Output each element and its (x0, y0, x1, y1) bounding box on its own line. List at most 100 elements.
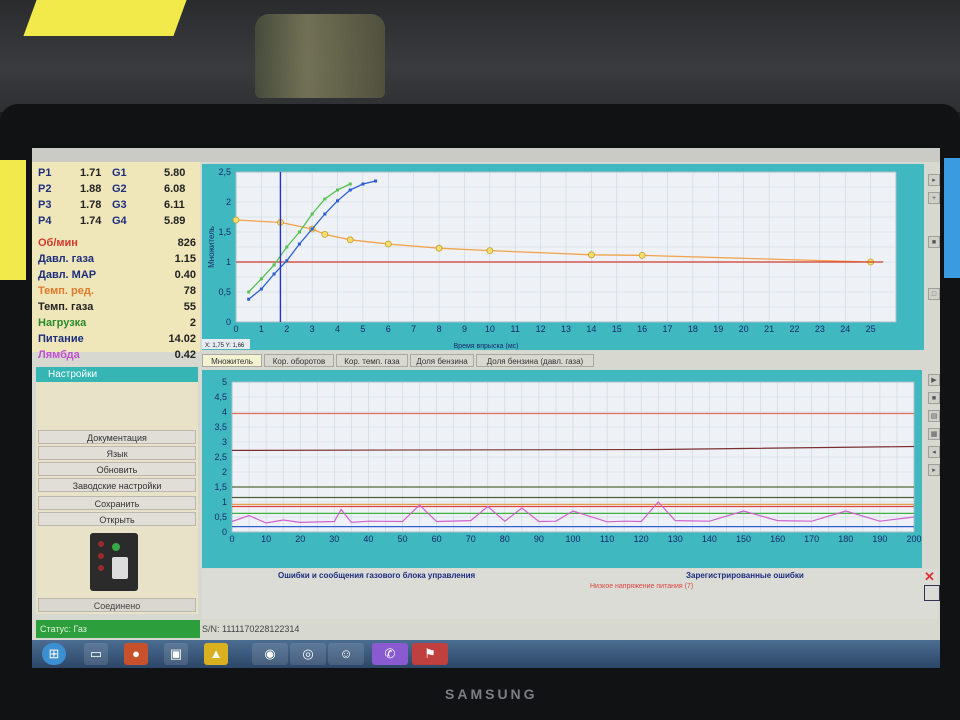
cursor-readout: X: 1,75 Y: 1,66 (205, 343, 245, 349)
tab-multiplier[interactable]: Множитель (202, 354, 262, 367)
tab-petrol-share[interactable]: Доля бензина (410, 354, 474, 367)
y-tick-label: 0,5 (214, 512, 227, 522)
x-tick-label: 110 (600, 534, 614, 544)
x-tick-label: 3 (310, 324, 315, 334)
chart-tool-button[interactable]: ■ (928, 236, 940, 248)
x-tick-label: 80 (500, 534, 510, 544)
data-point (348, 188, 352, 192)
y-tick-label: 2,5 (214, 452, 227, 462)
gas-app-icon[interactable]: ⚑ (412, 643, 448, 665)
x-tick-label: 19 (713, 324, 723, 334)
multiplier-chart[interactable]: 0 1 2 3 4 5 6 7 8 9 10 11 12 13 14 15 16 17 18 19 20 21 22 23 24… (202, 164, 924, 350)
explorer-icon[interactable]: ▭ (84, 643, 108, 665)
window-title-bar (32, 148, 940, 162)
chart-tool-button[interactable]: ▸ (928, 174, 940, 186)
x-tick-label: 22 (789, 324, 799, 334)
chart-tool-button[interactable]: □ (928, 288, 940, 300)
param-value: 2 (189, 317, 196, 329)
param-label: Темп. газа (38, 301, 94, 313)
injector-label: P3 (38, 199, 52, 211)
param-value: 14.02 (168, 333, 196, 345)
x-tick-label: 160 (770, 534, 785, 544)
connection-select[interactable]: Соединено (38, 598, 196, 612)
data-point (486, 247, 494, 254)
chart-tool-button[interactable]: + (928, 192, 940, 204)
injector-value: 1.78 (80, 199, 102, 211)
chrome-icon[interactable]: ◉ (252, 643, 288, 665)
x-tick-label: 20 (295, 534, 305, 544)
start-button-icon[interactable]: ⊞ (42, 643, 66, 665)
param-row: Давл. газа 1.15 (38, 252, 196, 266)
param-value: 0.42 (174, 349, 196, 361)
data-point (346, 236, 354, 244)
arrow-left-icon[interactable]: ◂ (928, 446, 940, 458)
print-icon[interactable]: ▦ (928, 428, 940, 440)
data-point (247, 297, 251, 301)
data-point (297, 230, 301, 234)
data-point (310, 227, 314, 231)
save-icon[interactable]: ▤ (928, 410, 940, 422)
arrow-right-icon[interactable]: ▸ (928, 464, 940, 476)
media-icon[interactable]: ▣ (164, 643, 188, 665)
windows-taskbar: ⊞ ▭ ● ▣ ▲ ◉ ◎ ☺ ✆ ⚑ ​ (32, 640, 940, 668)
tab-petrol-share-gas-pressure[interactable]: Доля бензина (давл. газа) (476, 354, 594, 367)
param-value: 78 (183, 285, 196, 297)
stop-icon[interactable]: ■ (928, 392, 940, 404)
data-point (321, 231, 329, 238)
sticky-note-right (944, 158, 960, 278)
globe-icon[interactable]: ◎ (290, 643, 326, 665)
multiplier-chart-panel: 0 1 2 3 4 5 6 7 8 9 10 11 12 13 14 15 16 17 18 19 20 21 22 23 24… (202, 164, 924, 350)
registered-errors-title: Зарегистрированные ошибки (686, 571, 804, 580)
param-label: Лямбда (38, 349, 80, 361)
param-row: Темп. газа 55 (38, 300, 196, 314)
x-tick-label: 100 (565, 534, 580, 544)
viber-icon[interactable]: ✆ (372, 643, 408, 665)
y-tick-label: 1 (222, 497, 227, 507)
browser-icon[interactable]: ● (124, 643, 148, 665)
sticky-note-top (23, 0, 187, 36)
clear-errors-button[interactable] (924, 585, 940, 601)
settings-header[interactable]: Настройки (36, 367, 198, 382)
documentation-button[interactable]: Документация (38, 430, 196, 444)
close-icon[interactable]: ✕ (924, 569, 935, 585)
x-tick-label: 20 (739, 324, 749, 334)
data-point (310, 212, 314, 216)
gas-injector-value: 5.89 (164, 215, 186, 227)
save-button[interactable]: Сохранить (38, 496, 196, 510)
data-point (374, 179, 378, 183)
tab-rpm-correction[interactable]: Кор. оборотов (264, 354, 334, 367)
injector-label: P2 (38, 183, 52, 195)
x-tick-label: 11 (511, 324, 520, 334)
factory-settings-button[interactable]: Заводские настройки (38, 478, 196, 492)
tab-gas-temp-correction[interactable]: Кор. темп. газа (336, 354, 408, 367)
open-button[interactable]: Открыть (38, 512, 196, 526)
play-icon[interactable]: ▶ (928, 374, 940, 386)
y-tick-label: 1,5 (214, 482, 227, 492)
y-tick-label: 2,5 (218, 167, 231, 177)
y-tick-label: 4 (222, 407, 227, 417)
x-tick-label: 9 (462, 324, 467, 334)
sticky-note-left (0, 160, 26, 280)
gas-injector-label: G3 (112, 199, 127, 211)
x-tick-label: 10 (261, 534, 271, 544)
user-icon[interactable]: ☺ (328, 643, 364, 665)
param-value: 1.15 (174, 253, 196, 265)
x-tick-label: 8 (437, 324, 442, 334)
param-row: Лямбда 0.42 (38, 348, 196, 362)
update-button[interactable]: Обновить (38, 462, 196, 476)
x-tick-label: 2 (284, 324, 289, 334)
error-message[interactable]: Низкое напряжение питания (7) (590, 583, 693, 590)
x-tick-label: 25 (866, 324, 876, 334)
x-tick-label: 12 (536, 324, 546, 334)
data-point (247, 290, 251, 294)
x-tick-label: 21 (764, 324, 774, 334)
param-label: Об/мин (38, 237, 78, 249)
readout-panel: P1 1.71 G1 5.80 P2 1.88 G2 6.08 P3 1.78 … (32, 162, 200, 361)
x-tick-label: 180 (838, 534, 853, 544)
language-select[interactable]: Язык (38, 446, 196, 460)
live-data-chart[interactable]: 0 10 20 30 40 50 60 70 80 90 100 110 120 130 140 150 160… (202, 370, 922, 568)
x-tick-label: 13 (561, 324, 571, 334)
x-tick-label: 70 (466, 534, 476, 544)
laptop-brand-logo: SAMSUNG (445, 686, 538, 702)
app-icon[interactable]: ▲ (204, 643, 228, 665)
